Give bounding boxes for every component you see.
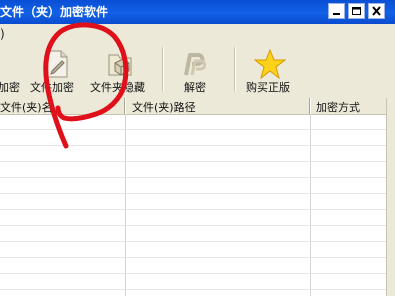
buy-button[interactable]: 购买正版: [244, 45, 300, 98]
row-gridline: [0, 129, 386, 130]
toolbar-separator: [162, 47, 164, 91]
row-gridline: [0, 273, 386, 274]
column-divider[interactable]: [124, 98, 126, 114]
folder-hide-icon: [108, 54, 132, 76]
maximize-button[interactable]: [348, 3, 365, 19]
close-button[interactable]: [368, 3, 385, 19]
menu-bar: ): [0, 24, 395, 45]
minimize-icon: [333, 13, 340, 15]
row-gridline: [0, 145, 386, 146]
title-bar: 文件（夹）加密软件: [0, 0, 395, 24]
folder-hide-label: 文件夹隐藏: [90, 81, 145, 94]
toolbar: 加密 文件加密 文件夹隐藏 解密 购买正版: [0, 45, 395, 98]
row-gridline: [0, 193, 386, 194]
decrypt-button[interactable]: 解密: [172, 45, 218, 98]
row-gridline: [0, 161, 386, 162]
folder-hide-button[interactable]: 文件夹隐藏: [86, 45, 154, 98]
buy-label: 购买正版: [246, 81, 290, 94]
column-header-path[interactable]: 文件(夹)路径: [132, 99, 196, 115]
table-header: 文件(夹)名 文件(夹)路径 加密方式: [0, 98, 386, 115]
column-gridline: [125, 114, 126, 296]
decrypt-icon: [184, 53, 207, 76]
column-header-name[interactable]: 文件(夹)名: [0, 99, 53, 115]
minimize-button[interactable]: [328, 3, 345, 19]
column-header-method[interactable]: 加密方式: [316, 99, 360, 115]
row-gridline: [0, 225, 386, 226]
toolbar-separator: [234, 47, 236, 91]
star-icon: [254, 49, 286, 79]
row-gridline: [0, 177, 386, 178]
file-encrypt-button[interactable]: 文件加密: [30, 45, 80, 98]
encrypt-label: 加密: [0, 81, 20, 94]
column-gridline: [310, 114, 311, 296]
row-gridline: [0, 241, 386, 242]
menu-item-fragment[interactable]: ): [0, 27, 5, 41]
window-title: 文件（夹）加密软件: [0, 5, 109, 19]
decrypt-label: 解密: [184, 81, 206, 94]
row-gridline: [0, 257, 386, 258]
row-gridline: [0, 209, 386, 210]
maximize-icon: [352, 7, 361, 15]
close-icon: [372, 6, 381, 16]
encrypt-button[interactable]: 加密: [0, 45, 28, 98]
column-divider[interactable]: [309, 98, 311, 114]
file-list[interactable]: 文件(夹)名 文件(夹)路径 加密方式: [0, 98, 386, 296]
vertical-scrollbar[interactable]: [386, 98, 395, 296]
row-gridline: [0, 289, 386, 290]
file-encrypt-icon: [46, 50, 68, 78]
file-encrypt-label: 文件加密: [30, 81, 74, 94]
